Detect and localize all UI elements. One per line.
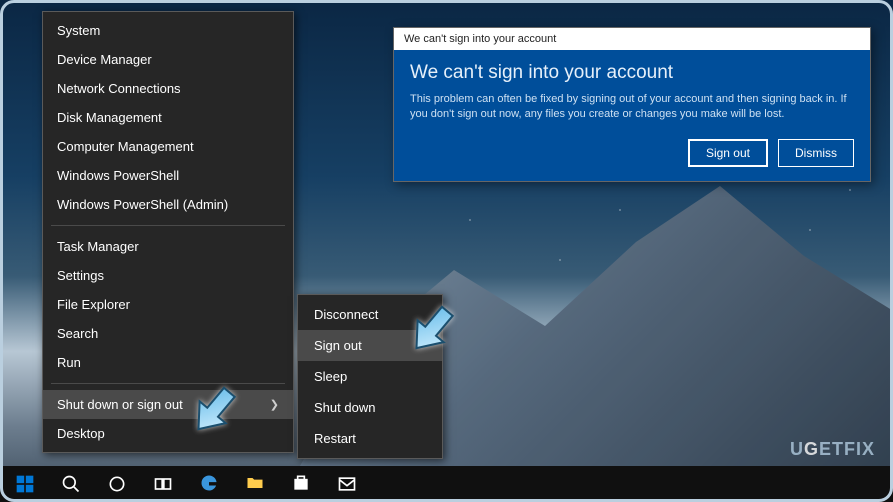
menu-item-device-manager[interactable]: Device Manager [43,45,293,74]
dismiss-button[interactable]: Dismiss [778,139,854,167]
cortana-button[interactable] [94,466,140,502]
task-view-button[interactable] [140,466,186,502]
mail-taskbar-button[interactable] [324,466,370,502]
menu-item-label: Shut down or sign out [57,397,183,412]
dialog-titlebar: We can't sign into your account [394,28,870,50]
menu-item-file-explorer[interactable]: File Explorer [43,290,293,319]
submenu-item-sleep[interactable]: Sleep [298,361,442,392]
submenu-item-disconnect[interactable]: Disconnect [298,299,442,330]
chevron-right-icon: ❯ [270,398,279,411]
submenu-item-signout[interactable]: Sign out [298,330,442,361]
store-taskbar-button[interactable] [278,466,324,502]
taskbar [0,466,893,502]
shutdown-submenu: Disconnect Sign out Sleep Shut down Rest… [297,294,443,459]
dialog-body-text: This problem can often be fixed by signi… [410,92,854,123]
edge-icon [199,473,219,493]
submenu-item-shutdown[interactable]: Shut down [298,392,442,423]
menu-item-run[interactable]: Run [43,348,293,377]
menu-item-task-manager[interactable]: Task Manager [43,232,293,261]
menu-item-shutdown-signout[interactable]: Shut down or sign out ❯ [43,390,293,419]
menu-item-system[interactable]: System [43,16,293,45]
cortana-icon [107,474,127,494]
winx-context-menu: System Device Manager Network Connection… [42,11,294,453]
sign-out-button[interactable]: Sign out [688,139,768,167]
menu-item-disk-management[interactable]: Disk Management [43,103,293,132]
menu-item-network-connections[interactable]: Network Connections [43,74,293,103]
mail-icon [337,474,357,494]
menu-item-settings[interactable]: Settings [43,261,293,290]
store-icon [291,473,311,493]
menu-item-desktop[interactable]: Desktop [43,419,293,448]
menu-item-search[interactable]: Search [43,319,293,348]
menu-item-powershell-admin[interactable]: Windows PowerShell (Admin) [43,190,293,219]
file-explorer-taskbar-button[interactable] [232,466,278,502]
dialog-heading: We can't sign into your account [410,62,854,84]
menu-item-powershell[interactable]: Windows PowerShell [43,161,293,190]
signin-error-dialog: We can't sign into your account We can't… [393,27,871,182]
menu-item-computer-management[interactable]: Computer Management [43,132,293,161]
search-icon [61,474,81,494]
search-taskbar-button[interactable] [48,466,94,502]
edge-taskbar-button[interactable] [186,466,232,502]
task-view-icon [153,474,173,494]
folder-icon [245,473,265,493]
start-button[interactable] [2,466,48,502]
windows-logo-icon [15,474,35,494]
submenu-item-restart[interactable]: Restart [298,423,442,454]
watermark: UGETFIX [790,439,875,460]
